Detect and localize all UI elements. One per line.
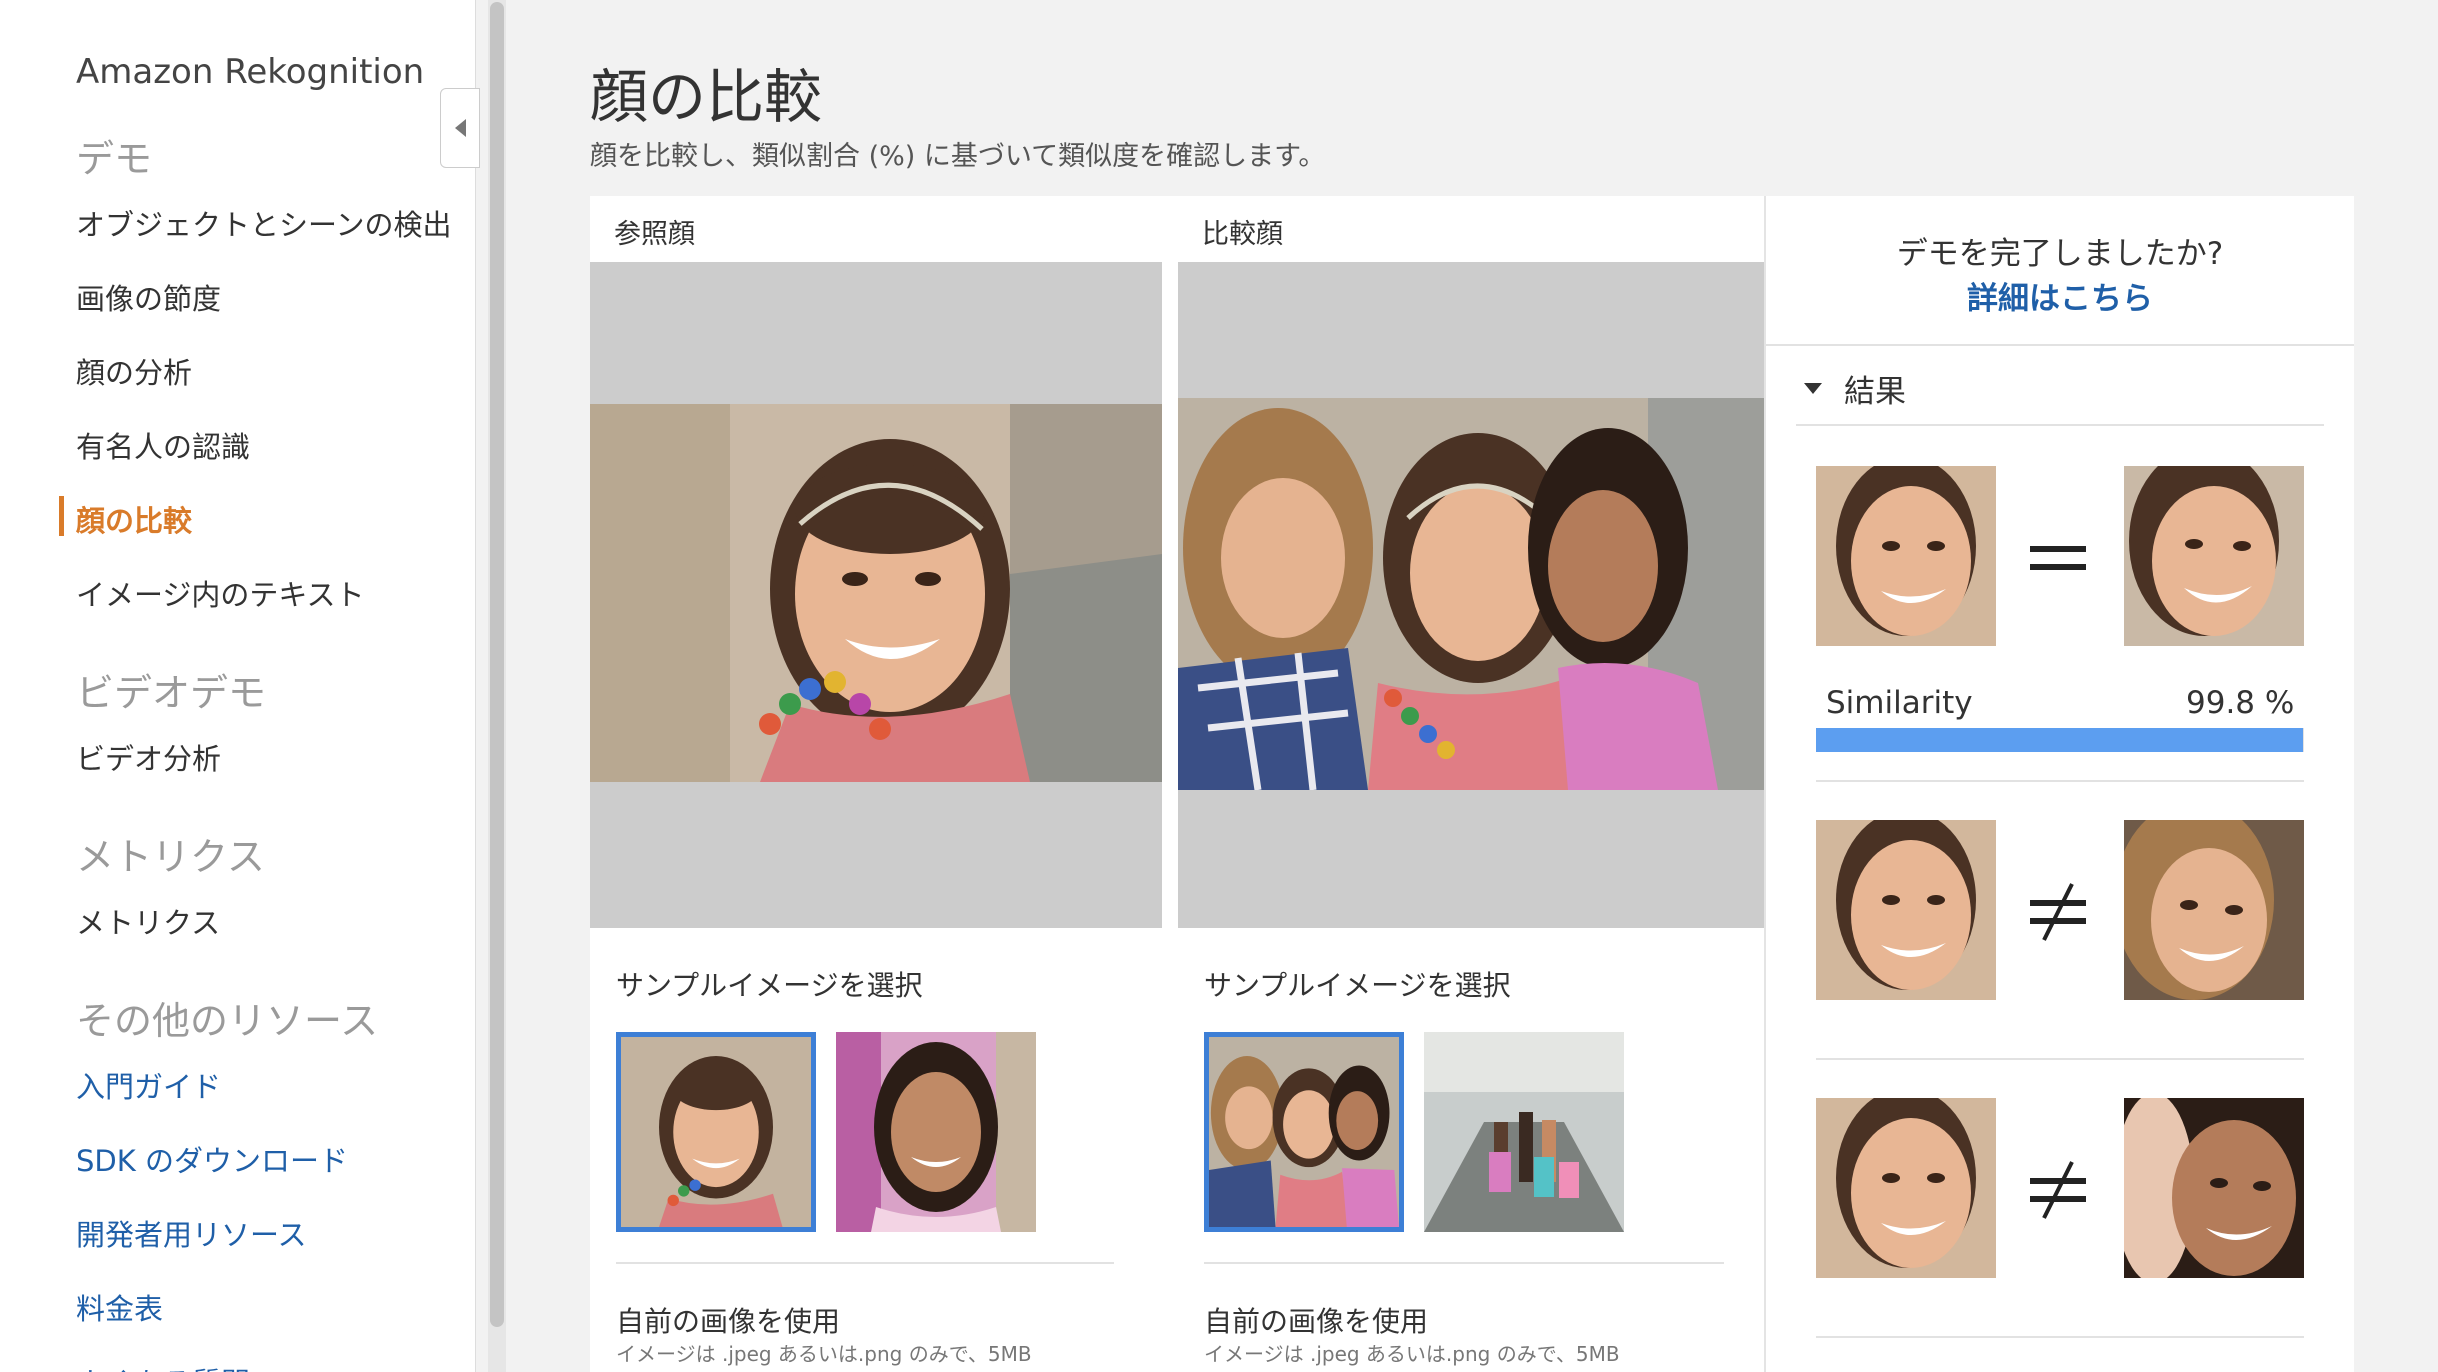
similarity-bar-fill — [1816, 728, 2304, 752]
comparison-upload-label[interactable]: 自前の画像を使用 — [1204, 1300, 1428, 1340]
reference-sample-label: サンプルイメージを選択 — [616, 969, 923, 1002]
page-subtitle: 顔を比較し、類似割合 (%) に基づいて類似度を確認します。 — [590, 141, 1326, 172]
results-label: 結果 — [1844, 374, 1906, 410]
sidebar-item-metrics[interactable]: メトリクス — [76, 900, 220, 942]
face-crop — [2124, 1098, 2304, 1278]
face-crop — [2124, 820, 2304, 1000]
results-toggle[interactable]: 結果 — [1804, 366, 1906, 411]
sidebar-link-faq[interactable]: よくある質問 — [76, 1360, 250, 1372]
app-title[interactable]: Amazon Rekognition — [76, 52, 424, 92]
face-crop — [1816, 1098, 1996, 1278]
sidebar-section-other-resources: その他のリソース — [76, 999, 379, 1043]
sample-photo-girl-smiling — [621, 1037, 811, 1227]
reference-upload-label[interactable]: 自前の画像を使用 — [616, 1300, 840, 1340]
sidebar-item-text-in-image[interactable]: イメージ内のテキスト — [76, 572, 365, 614]
demo-complete-question: デモを完了しましたか? — [1896, 236, 2224, 272]
result-reference-face-2 — [1816, 820, 1996, 1000]
result-reference-face-3 — [1816, 1098, 1996, 1278]
sidebar-section-metrics: メトリクス — [76, 835, 265, 879]
comparison-upload-note: イメージは .jpeg あるいは.png のみで、5MB — [1204, 1342, 1620, 1366]
comparison-face-label: 比較顔 — [1202, 219, 1283, 250]
sidebar-collapse-button[interactable] — [440, 88, 480, 168]
page-scrollbar[interactable] — [488, 0, 506, 1372]
reference-face-label: 参照顔 — [614, 219, 695, 250]
sidebar-section-video-demo: ビデオデモ — [76, 671, 267, 715]
comparison-face-preview — [1178, 262, 1764, 928]
sidebar-item-face-analysis[interactable]: 顔の分析 — [76, 350, 192, 392]
similarity-value: 99.8 % — [2186, 685, 2295, 721]
sidebar-item-celebrity[interactable]: 有名人の認識 — [76, 424, 250, 466]
page-title: 顔の比較 — [590, 63, 823, 131]
sample-photo-three-girls — [1209, 1037, 1399, 1227]
sidebar-item-face-compare[interactable]: 顔の比較 — [76, 498, 192, 540]
equals-icon — [2030, 546, 2086, 570]
result-reference-face-1 — [1816, 466, 1996, 646]
caret-left-icon — [454, 119, 466, 137]
result-divider-3 — [1816, 1336, 2304, 1338]
result-nonmatch-face-3 — [2124, 1098, 2304, 1278]
result-nonmatch-face-2 — [2124, 820, 2304, 1000]
result-match-face-1 — [2124, 466, 2304, 646]
similarity-bar — [1816, 728, 2304, 752]
comparison-sample-thumb-1[interactable] — [1204, 1032, 1404, 1232]
sidebar-link-pricing[interactable]: 料金表 — [76, 1286, 163, 1328]
comparison-sample-label: サンプルイメージを選択 — [1204, 969, 1511, 1002]
comparison-photo — [1178, 398, 1764, 790]
reference-sample-thumb-1[interactable] — [616, 1032, 816, 1232]
result-divider-1 — [1816, 780, 2304, 782]
sidebar-link-sdk-download[interactable]: SDK のダウンロード — [76, 1138, 348, 1180]
sample-photo-mall-escalator — [1424, 1032, 1624, 1232]
page-scrollbar-thumb[interactable] — [490, 2, 504, 1327]
reference-divider — [616, 1262, 1114, 1264]
comparison-divider — [1204, 1262, 1724, 1264]
not-equal-icon — [2030, 883, 2086, 941]
reference-sample-thumb-2[interactable] — [836, 1032, 1036, 1232]
results-header-divider — [1766, 344, 2354, 346]
reference-photo — [590, 404, 1162, 782]
sample-photo-girls-group — [836, 1032, 1036, 1232]
face-crop — [1816, 466, 1996, 646]
result-divider-2 — [1816, 1058, 2304, 1060]
caret-down-icon — [1804, 383, 1822, 394]
not-equal-icon — [2030, 1161, 2086, 1219]
results-label-divider — [1796, 424, 2324, 426]
similarity-label: Similarity — [1826, 685, 1973, 721]
face-crop — [2124, 466, 2304, 646]
reference-face-preview — [590, 262, 1162, 928]
learn-more-link[interactable]: 詳細はこちら — [1766, 273, 2354, 318]
sidebar-section-demo: デモ — [76, 137, 153, 181]
reference-upload-note: イメージは .jpeg あるいは.png のみで、5MB — [616, 1342, 1032, 1366]
comparison-sample-thumb-2[interactable] — [1424, 1032, 1624, 1232]
active-item-marker — [59, 496, 64, 536]
sidebar-item-moderation[interactable]: 画像の節度 — [76, 276, 221, 318]
face-crop — [1816, 820, 1996, 1000]
sidebar-item-video-analysis[interactable]: ビデオ分析 — [76, 736, 221, 778]
sidebar-link-developer-resources[interactable]: 開発者用リソース — [76, 1212, 307, 1254]
sidebar-link-getting-started[interactable]: 入門ガイド — [76, 1064, 221, 1106]
sidebar-item-object-scene[interactable]: オブジェクトとシーンの検出 — [76, 202, 452, 244]
